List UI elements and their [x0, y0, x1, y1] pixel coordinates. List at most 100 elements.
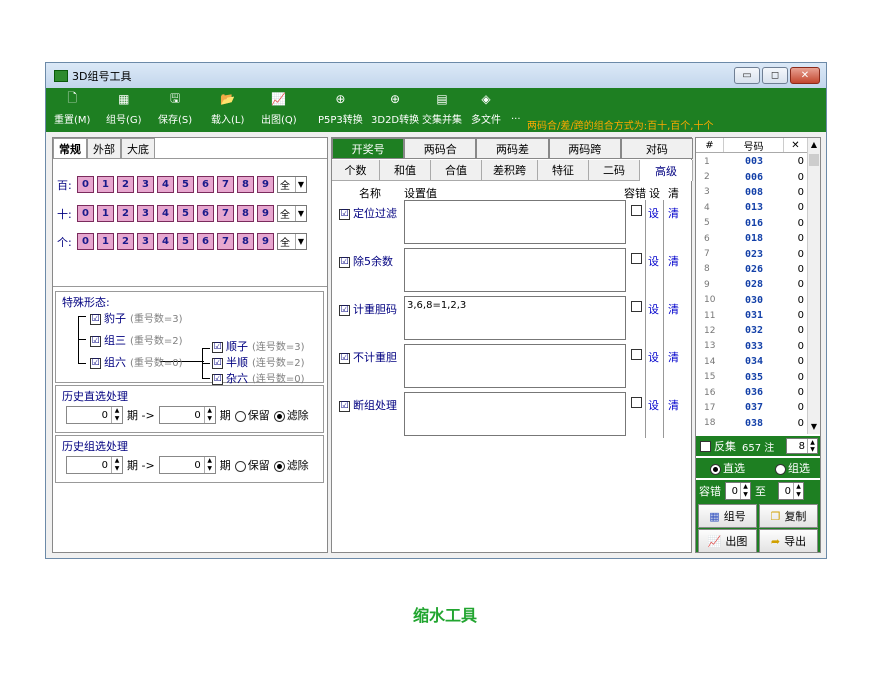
pattern-half-straight[interactable]: ☑ 半顺 (连号数=2): [212, 354, 305, 370]
tolerance-to[interactable]: 0 ▲ ▼: [778, 482, 804, 500]
digit-button[interactable]: 9: [257, 233, 274, 250]
digit-button[interactable]: 0: [77, 205, 94, 222]
code-row[interactable]: 3 008 0: [696, 185, 808, 200]
export-button[interactable]: ➦ 导出: [759, 529, 818, 553]
filter-set-link[interactable]: 设: [648, 205, 659, 221]
digit-select[interactable]: 全 ▼: [277, 205, 307, 222]
checkbox[interactable]: ☑: [90, 357, 101, 369]
code-row[interactable]: 9 028 0: [696, 277, 808, 292]
tab-count[interactable]: 个数: [332, 160, 380, 181]
code-row[interactable]: 18 038 0: [696, 416, 808, 431]
close-button[interactable]: ✕: [790, 67, 820, 84]
digit-button[interactable]: 6: [197, 233, 214, 250]
checkbox[interactable]: ☑: [90, 313, 101, 325]
tab-sum-mod[interactable]: 合值: [431, 160, 482, 181]
digit-button[interactable]: 2: [117, 233, 134, 250]
tolerance-checkbox[interactable]: [631, 301, 642, 312]
digit-button[interactable]: 7: [217, 233, 234, 250]
tab-general[interactable]: 常规: [53, 138, 87, 158]
digit-button[interactable]: 1: [97, 205, 114, 222]
code-row[interactable]: 12 032 0: [696, 323, 808, 338]
group-radio[interactable]: 组选: [775, 460, 810, 476]
filter-value[interactable]: [404, 392, 626, 436]
digit-button[interactable]: 4: [157, 176, 174, 193]
digit-button[interactable]: 5: [177, 176, 194, 193]
keep-radio[interactable]: 保留: [234, 457, 270, 473]
reverse-checkbox[interactable]: [700, 440, 711, 452]
filter-radio[interactable]: 滤除: [273, 457, 309, 473]
digit-button[interactable]: 9: [257, 176, 274, 193]
tolerance-checkbox[interactable]: [631, 253, 642, 264]
code-row[interactable]: 16 036 0: [696, 385, 808, 400]
digit-button[interactable]: 8: [237, 233, 254, 250]
pattern-mixed6[interactable]: ☑ 杂六 (连号数=0): [212, 370, 305, 386]
tab-advanced[interactable]: 高级: [640, 160, 693, 181]
toolbar-button-3[interactable]: 📂 载入(L): [211, 92, 244, 126]
filter-checkbox[interactable]: ☑: [339, 352, 350, 364]
tab-sum[interactable]: 和值: [380, 160, 431, 181]
digit-button[interactable]: 3: [137, 233, 154, 250]
copy-button[interactable]: ❐ 复制: [759, 504, 818, 528]
code-row[interactable]: 5 016 0: [696, 216, 808, 231]
tab-two-code[interactable]: 二码: [589, 160, 640, 181]
code-row[interactable]: 14 034 0: [696, 354, 808, 369]
code-row[interactable]: 1 003 0: [696, 154, 808, 169]
filter-value[interactable]: 3,6,8=1,2,3: [404, 296, 626, 340]
checkbox[interactable]: ☑: [90, 335, 101, 347]
filter-value[interactable]: [404, 248, 626, 292]
tab-two-span[interactable]: 两码跨: [548, 138, 621, 159]
toolbar-button-2[interactable]: 🖫 保存(S): [158, 91, 192, 127]
toolbar-button-4[interactable]: 📈 出图(Q): [261, 92, 297, 126]
digit-button[interactable]: 6: [197, 205, 214, 222]
chevron-down-icon[interactable]: ▼: [808, 420, 820, 434]
chevron-up-icon[interactable]: ▲: [808, 138, 820, 152]
filter-value[interactable]: [404, 200, 626, 244]
tab-pair[interactable]: 对码: [620, 138, 694, 159]
filter-set-link[interactable]: 设: [648, 253, 659, 269]
tab-diff-product-span[interactable]: 差积跨: [482, 160, 538, 181]
digit-button[interactable]: 3: [137, 205, 154, 222]
maximize-button[interactable]: ◻: [762, 67, 788, 84]
history-direct-from[interactable]: 0 ▲ ▼: [66, 406, 123, 424]
code-row[interactable]: 8 026 0: [696, 262, 808, 277]
filter-set-link[interactable]: 设: [648, 349, 659, 365]
tab-draw-number[interactable]: 开奖号: [332, 138, 405, 159]
filter-name[interactable]: ☑ 计重胆码: [339, 301, 397, 317]
tab-two-diff[interactable]: 两码差: [476, 138, 549, 159]
toolbar-button-7[interactable]: ▤ 交集并集: [422, 92, 462, 126]
code-row[interactable]: 10 030 0: [696, 293, 808, 308]
toolbar-button-0[interactable]: 🗋 重置(M): [54, 91, 90, 127]
tab-base[interactable]: 大底: [121, 138, 155, 158]
digit-select[interactable]: 全 ▼: [277, 176, 307, 193]
code-row[interactable]: 15 035 0: [696, 369, 808, 384]
filter-checkbox[interactable]: ☑: [339, 304, 350, 316]
filter-name[interactable]: ☑ 除5余数: [339, 253, 393, 269]
digit-button[interactable]: 0: [77, 176, 94, 193]
tab-feature[interactable]: 特征: [538, 160, 589, 181]
tolerance-checkbox[interactable]: [631, 349, 642, 360]
history-group-to[interactable]: 0 ▲ ▼: [158, 456, 216, 474]
code-row[interactable]: 7 023 0: [696, 246, 808, 261]
toolbar-button-8[interactable]: ◈ 多文件...: [471, 92, 521, 126]
tolerance-from[interactable]: 0 ▲ ▼: [725, 482, 751, 500]
code-row[interactable]: 17 037 0: [696, 400, 808, 415]
code-row[interactable]: 2 006 0: [696, 169, 808, 184]
minimize-button[interactable]: ▭: [734, 67, 760, 84]
digit-button[interactable]: 1: [97, 233, 114, 250]
tolerance-checkbox[interactable]: [631, 397, 642, 408]
filter-clear-link[interactable]: 清: [668, 301, 679, 317]
filter-clear-link[interactable]: 清: [668, 397, 679, 413]
tab-two-sum[interactable]: 两码合: [404, 138, 477, 159]
code-row[interactable]: 4 013 0: [696, 200, 808, 215]
filter-name[interactable]: ☑ 不计重胆: [339, 349, 397, 365]
direct-radio[interactable]: 直选: [710, 460, 745, 476]
pattern-leopard[interactable]: ☑ 豹子 (重号数=3): [90, 310, 183, 326]
digit-button[interactable]: 6: [197, 176, 214, 193]
chevron-down-icon[interactable]: ▼: [295, 234, 306, 249]
digit-button[interactable]: 8: [237, 176, 254, 193]
filter-checkbox[interactable]: ☑: [339, 400, 350, 412]
filter-checkbox[interactable]: ☑: [339, 256, 350, 268]
code-row[interactable]: 11 031 0: [696, 308, 808, 323]
digit-button[interactable]: 1: [97, 176, 114, 193]
checkbox[interactable]: ☑: [212, 373, 223, 385]
